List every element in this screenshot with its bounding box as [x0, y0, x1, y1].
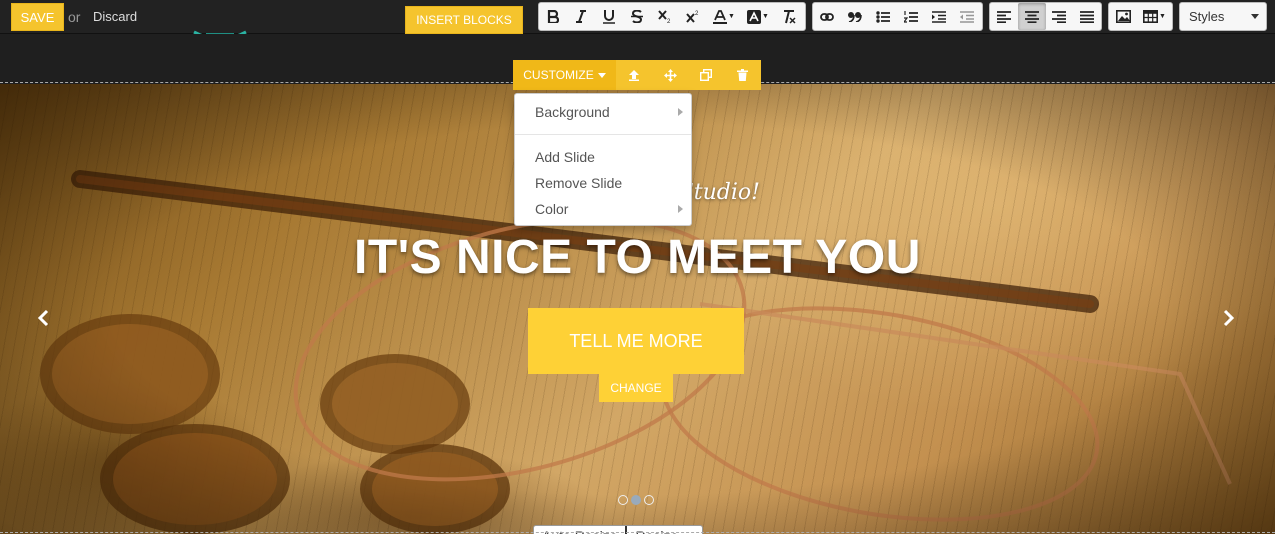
or-text: or: [68, 9, 81, 25]
slide-indicator-3[interactable]: [644, 495, 654, 505]
align-center-icon[interactable]: [1017, 3, 1046, 30]
submenu-arrow-icon: [678, 205, 683, 213]
menu-item-color[interactable]: Color: [515, 196, 691, 222]
numbered-list-icon[interactable]: [897, 3, 925, 30]
subscript-icon[interactable]: 2: [651, 3, 679, 30]
editor-page: SAVE or Discard INSERT BLOCKS 2 2 ▼ ▼ ▼ …: [0, 0, 1275, 534]
editor-toolbar: SAVE or Discard INSERT BLOCKS 2 2 ▼ ▼ ▼ …: [0, 0, 1275, 41]
table-icon[interactable]: ▼: [1137, 3, 1172, 30]
outdent-icon[interactable]: [953, 3, 981, 30]
caret-down-icon: [597, 72, 606, 78]
clone-icon[interactable]: [688, 60, 724, 90]
menu-divider: [515, 134, 691, 135]
indent-icon[interactable]: [925, 3, 953, 30]
quote-icon[interactable]: [841, 3, 869, 30]
delete-icon[interactable]: [724, 60, 760, 90]
clear-format-icon[interactable]: [775, 3, 803, 30]
slide-indicator-2[interactable]: [631, 495, 641, 505]
insert-toolbar-group: [812, 2, 983, 31]
text-color-icon[interactable]: ▼: [707, 3, 741, 30]
slider-next-arrow-icon[interactable]: [1218, 306, 1240, 330]
slide-indicator-1[interactable]: [618, 495, 628, 505]
slider-indicators: [618, 495, 654, 505]
media-toolbar-group: ▼: [1108, 2, 1173, 31]
format-toolbar-group: 2 2 ▼ ▼: [538, 2, 806, 31]
snippet-options-bar: CUSTOMIZE: [513, 60, 761, 90]
align-toolbar-group: [989, 2, 1102, 31]
change-link-button[interactable]: CHANGE: [599, 374, 673, 402]
menu-item-label: Background: [535, 104, 610, 120]
align-justify-icon[interactable]: [1073, 3, 1101, 30]
insert-blocks-button[interactable]: INSERT BLOCKS: [405, 6, 523, 34]
styles-dropdown[interactable]: Styles: [1179, 2, 1267, 31]
link-icon[interactable]: [813, 3, 841, 30]
customize-label: CUSTOMIZE: [523, 68, 594, 82]
move-icon[interactable]: [652, 60, 688, 90]
slider-prev-arrow-icon[interactable]: [32, 306, 54, 330]
tell-me-more-button[interactable]: TELL ME MORE: [528, 308, 744, 374]
svg-text:2: 2: [667, 19, 671, 23]
strikethrough-icon[interactable]: [623, 3, 651, 30]
align-left-icon[interactable]: [990, 3, 1018, 30]
discard-link[interactable]: Discard: [93, 9, 137, 24]
customize-menu: Background Add Slide Remove Slide Color: [514, 93, 692, 226]
hero-title[interactable]: IT'S NICE TO MEET YOU: [0, 230, 1275, 285]
menu-item-background[interactable]: Background: [515, 99, 691, 125]
bulleted-list-icon[interactable]: [869, 3, 897, 30]
background-color-icon[interactable]: ▼: [741, 3, 775, 30]
menu-item-label: Add Slide: [535, 149, 595, 165]
menu-item-label: Color: [535, 201, 569, 217]
image-icon[interactable]: [1109, 3, 1137, 30]
menu-item-add-slide[interactable]: Add Slide: [515, 144, 691, 170]
move-up-icon[interactable]: [616, 60, 652, 90]
svg-text:2: 2: [695, 11, 699, 17]
menu-item-label: Remove Slide: [535, 175, 623, 191]
block-boundary-bottom: [0, 532, 1275, 533]
italic-icon[interactable]: [567, 3, 595, 30]
styles-dropdown-label: Styles: [1189, 9, 1225, 24]
save-button[interactable]: SAVE: [11, 3, 64, 31]
chevron-down-icon: [1251, 14, 1259, 19]
align-right-icon[interactable]: [1046, 3, 1074, 30]
superscript-icon[interactable]: 2: [679, 3, 707, 30]
menu-item-remove-slide[interactable]: Remove Slide: [515, 170, 691, 196]
underline-icon[interactable]: [595, 3, 623, 30]
customize-button[interactable]: CUSTOMIZE: [513, 60, 616, 90]
bold-icon[interactable]: [539, 3, 567, 30]
submenu-arrow-icon: [678, 108, 683, 116]
